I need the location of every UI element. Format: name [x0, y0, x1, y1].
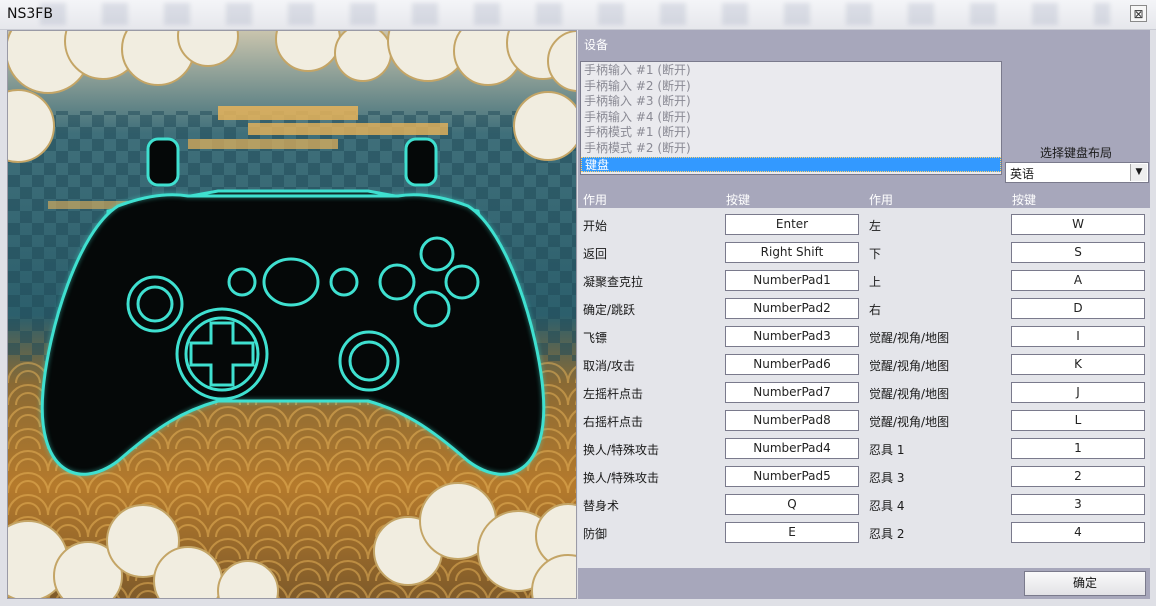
action-label: 觉醒/视角/地图 [869, 359, 950, 373]
key-field[interactable]: NumberPad8 [725, 410, 859, 431]
action-label: 左摇杆点击 [583, 387, 644, 401]
key-field[interactable]: L [1011, 410, 1145, 431]
binding-row: 凝聚查克拉 NumberPad1 上 A [578, 266, 1150, 294]
key-field[interactable]: J [1011, 382, 1145, 403]
key-field[interactable]: I [1011, 326, 1145, 347]
key-field[interactable]: NumberPad3 [725, 326, 859, 347]
action-label: 下 [869, 247, 882, 261]
action-label: 凝聚查克拉 [583, 275, 644, 289]
ok-button[interactable]: 确定 [1024, 571, 1146, 596]
title-bar: NS3FB ⊠ [0, 0, 1156, 30]
binding-row: 右摇杆点击 NumberPad8 觉醒/视角/地图 L [578, 406, 1150, 434]
window-title: NS3FB [7, 6, 53, 22]
key-field[interactable]: S [1011, 242, 1145, 263]
binding-row: 返回 Right Shift 下 S [578, 238, 1150, 266]
action-label: 飞镖 [583, 331, 608, 345]
action-label: 觉醒/视角/地图 [869, 387, 950, 401]
key-field[interactable]: NumberPad1 [725, 270, 859, 291]
settings-panel: 设备 手柄输入 #1 (断开) 手柄输入 #2 (断开) 手柄输入 #3 (断开… [578, 30, 1150, 599]
binding-row: 取消/攻击 NumberPad6 觉醒/视角/地图 K [578, 350, 1150, 378]
action-label: 确定/跳跃 [583, 303, 636, 317]
action-label: 忍具 1 [869, 443, 905, 457]
binding-row: 确定/跳跃 NumberPad2 右 D [578, 294, 1150, 322]
device-item[interactable]: 手柄输入 #4 (断开) [581, 110, 1001, 126]
binding-row: 防御 E 忍具 2 4 [578, 518, 1150, 546]
action-label: 右摇杆点击 [583, 415, 644, 429]
key-field[interactable]: NumberPad6 [725, 354, 859, 375]
key-field[interactable]: D [1011, 298, 1145, 319]
action-label: 返回 [583, 247, 608, 261]
device-item[interactable]: 手柄模式 #1 (断开) [581, 125, 1001, 141]
binding-row: 左摇杆点击 NumberPad7 觉醒/视角/地图 J [578, 378, 1150, 406]
key-field[interactable]: K [1011, 354, 1145, 375]
key-field[interactable]: 3 [1011, 494, 1145, 515]
key-field[interactable]: W [1011, 214, 1145, 235]
action-label: 取消/攻击 [583, 359, 636, 373]
device-item[interactable]: 手柄输入 #1 (断开) [581, 63, 1001, 79]
footer-band: 确定 [578, 568, 1150, 599]
device-item-keyboard-selected[interactable]: 键盘 [581, 156, 1001, 173]
key-field[interactable]: NumberPad4 [725, 438, 859, 459]
key-field[interactable]: 2 [1011, 466, 1145, 487]
binding-column-header: 作用 按键 作用 按键 [578, 189, 1150, 208]
key-field[interactable]: NumberPad2 [725, 298, 859, 319]
col-key-2: 按键 [1012, 193, 1037, 207]
key-field[interactable]: Enter [725, 214, 859, 235]
action-label: 换人/特殊攻击 [583, 471, 660, 485]
action-label: 忍具 4 [869, 499, 905, 513]
chevron-down-icon[interactable]: ▼ [1130, 164, 1147, 181]
col-action-1: 作用 [583, 193, 608, 207]
key-field[interactable]: NumberPad7 [725, 382, 859, 403]
action-label: 忍具 3 [869, 471, 905, 485]
action-label: 左 [869, 219, 882, 233]
device-label: 设备 [584, 38, 609, 52]
key-field[interactable]: NumberPad5 [725, 466, 859, 487]
key-field[interactable]: Q [725, 494, 859, 515]
binding-row: 飞镖 NumberPad3 觉醒/视角/地图 I [578, 322, 1150, 350]
device-item[interactable]: 手柄模式 #2 (断开) [581, 141, 1001, 157]
action-label: 上 [869, 275, 882, 289]
col-action-2: 作用 [869, 193, 894, 207]
controller-artwork [7, 30, 577, 599]
key-field[interactable]: A [1011, 270, 1145, 291]
action-label: 觉醒/视角/地图 [869, 415, 950, 429]
action-label: 忍具 2 [869, 527, 905, 541]
action-label: 换人/特殊攻击 [583, 443, 660, 457]
keyboard-layout-value: 英语 [1010, 167, 1035, 181]
key-field[interactable]: E [725, 522, 859, 543]
gamepad-icon [8, 31, 576, 598]
background-taskbar-blur [40, 3, 1110, 25]
keyboard-layout-label: 选择键盘布局 [1039, 146, 1112, 160]
action-label: 觉醒/视角/地图 [869, 331, 950, 345]
col-key-1: 按键 [726, 193, 751, 207]
device-item[interactable]: 手柄输入 #2 (断开) [581, 79, 1001, 95]
keyboard-layout-select[interactable]: 英语 ▼ [1005, 162, 1149, 183]
key-field[interactable]: 4 [1011, 522, 1145, 543]
action-label: 开始 [583, 219, 608, 233]
binding-row: 换人/特殊攻击 NumberPad5 忍具 3 2 [578, 462, 1150, 490]
action-label: 右 [869, 303, 882, 317]
binding-row: 换人/特殊攻击 NumberPad4 忍具 1 1 [578, 434, 1150, 462]
key-field[interactable]: 1 [1011, 438, 1145, 459]
device-list[interactable]: 手柄输入 #1 (断开) 手柄输入 #2 (断开) 手柄输入 #3 (断开) 手… [580, 61, 1002, 175]
action-label: 防御 [583, 527, 608, 541]
binding-row: 替身术 Q 忍具 4 3 [578, 490, 1150, 518]
close-icon[interactable]: ⊠ [1130, 5, 1147, 22]
key-field[interactable]: Right Shift [725, 242, 859, 263]
binding-row: 开始 Enter 左 W [578, 210, 1150, 238]
action-label: 替身术 [583, 499, 620, 513]
device-item[interactable]: 手柄输入 #3 (断开) [581, 94, 1001, 110]
